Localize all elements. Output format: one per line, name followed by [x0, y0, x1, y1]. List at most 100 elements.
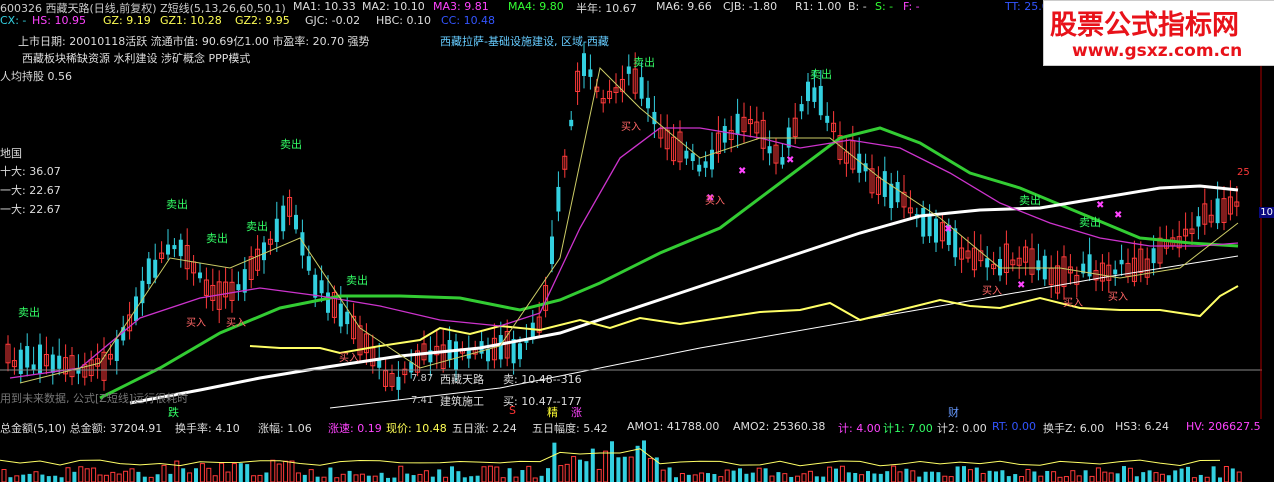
- volume-bar: [423, 470, 429, 482]
- volume-bar: [718, 476, 724, 482]
- volume-bar: [667, 467, 672, 482]
- volume-bar: [1108, 472, 1114, 482]
- volume-bar: [411, 475, 416, 482]
- volume-bar: [552, 442, 557, 482]
- volume-bar: [756, 467, 762, 482]
- volume-bar: [475, 475, 480, 482]
- volume-bar: [321, 476, 327, 482]
- volume-bar: [1159, 473, 1165, 482]
- signal-x-marker: ✖: [1096, 200, 1104, 211]
- volume-bar: [821, 476, 826, 482]
- candle-body: [146, 258, 151, 285]
- volume-bar: [155, 474, 160, 482]
- volume-bar: [116, 473, 122, 482]
- volume-bar: [795, 475, 801, 482]
- candle-body: [1215, 198, 1220, 224]
- volume-bar: [596, 468, 602, 482]
- volume-bar: [846, 472, 851, 482]
- candle-body: [166, 244, 170, 255]
- volume-bar: [276, 463, 282, 482]
- ma3-label: MA3: 9.81: [433, 0, 489, 13]
- volume-bar: [27, 473, 32, 482]
- volume-bar: [1134, 476, 1139, 482]
- volume-bar: [539, 475, 544, 482]
- volume-bar: [1070, 470, 1076, 482]
- buy-signal: 买入: [1108, 292, 1128, 303]
- signal-x-marker: ✖: [944, 224, 952, 235]
- candle-body: [486, 349, 490, 362]
- volume-bar: [782, 473, 788, 482]
- volume-bar: [1198, 474, 1203, 482]
- candle-body: [703, 161, 708, 168]
- first-holder: 一大: 22.67: [0, 184, 61, 197]
- volume-bar: [1191, 477, 1197, 482]
- volume-bar: [1095, 467, 1101, 482]
- candle-body: [882, 171, 887, 197]
- volume-bar: [8, 477, 13, 482]
- volume-bar: [161, 464, 167, 482]
- volume-bar: [948, 476, 954, 482]
- volume-bar: [1218, 477, 1222, 482]
- candle-body: [377, 360, 382, 368]
- candle-body: [825, 115, 830, 123]
- candle-body: [556, 186, 561, 212]
- volume-bar: [692, 474, 698, 482]
- volume-bar: [206, 467, 212, 482]
- volume-bar: [443, 476, 449, 482]
- volume-bar: [866, 471, 870, 482]
- candle-body: [25, 346, 30, 368]
- sell-signal: 卖出: [246, 220, 268, 233]
- f-label: F: -: [903, 0, 920, 13]
- volume-bar: [967, 469, 973, 482]
- volume-bar: [834, 468, 838, 482]
- volume-bar: [245, 464, 250, 482]
- volume-bar: [359, 473, 365, 482]
- volume-bar: [315, 476, 320, 482]
- volume-bar: [910, 470, 916, 482]
- volume-bar: [1230, 468, 1235, 482]
- volume-bar: [885, 471, 890, 482]
- volume-bar: [962, 466, 966, 482]
- candle-body: [639, 77, 644, 99]
- volume-bar: [904, 468, 909, 482]
- volume-bar: [33, 471, 39, 482]
- volume-bar: [148, 476, 154, 482]
- candlestick-chart[interactable]: ✖✖✖✖✖✖✖: [0, 28, 1262, 419]
- candle-body: [684, 150, 689, 159]
- volume-bar: [110, 471, 116, 482]
- buy-signal: 买入: [186, 318, 206, 329]
- volume-bar: [1, 469, 7, 482]
- volume-bar: [1057, 476, 1063, 482]
- candle-body: [934, 218, 938, 243]
- volume-bar: [199, 463, 205, 482]
- buy-signal: 买入: [705, 196, 725, 207]
- volume-bar: [1115, 473, 1120, 482]
- volume-bar: [481, 466, 487, 482]
- volume-bar: [91, 467, 97, 482]
- volume-chart[interactable]: [0, 432, 1262, 482]
- volume-bar: [289, 460, 295, 482]
- volume-bar: [302, 474, 307, 482]
- candle-body: [198, 272, 202, 279]
- volume-bar: [731, 470, 736, 482]
- candle-body: [889, 183, 894, 209]
- candle-body: [178, 239, 183, 257]
- watermark-url: www.gsxz.com.cn: [1072, 41, 1243, 61]
- candle-body: [722, 126, 727, 143]
- volume-bar: [955, 466, 960, 482]
- candle-body: [1113, 269, 1118, 275]
- volume-bar: [103, 474, 109, 482]
- trade-sell: 卖: 10.48--316: [503, 373, 582, 386]
- volume-bar: [295, 472, 301, 482]
- volume-bar: [238, 463, 243, 482]
- candle-body: [780, 157, 785, 165]
- candle-body: [985, 258, 990, 268]
- volume-bar: [712, 474, 717, 482]
- volume-bar: [526, 465, 532, 482]
- price-marker-25: 25: [1237, 167, 1250, 178]
- volume-bar: [987, 470, 992, 482]
- volume-bar: [807, 470, 813, 482]
- listing-info: 上市日期: 20010118活跃 流通市值: 90.69亿1.00 市盈率: 2…: [18, 35, 370, 48]
- volume-bar: [1122, 466, 1126, 482]
- volume-bar: [1025, 468, 1031, 482]
